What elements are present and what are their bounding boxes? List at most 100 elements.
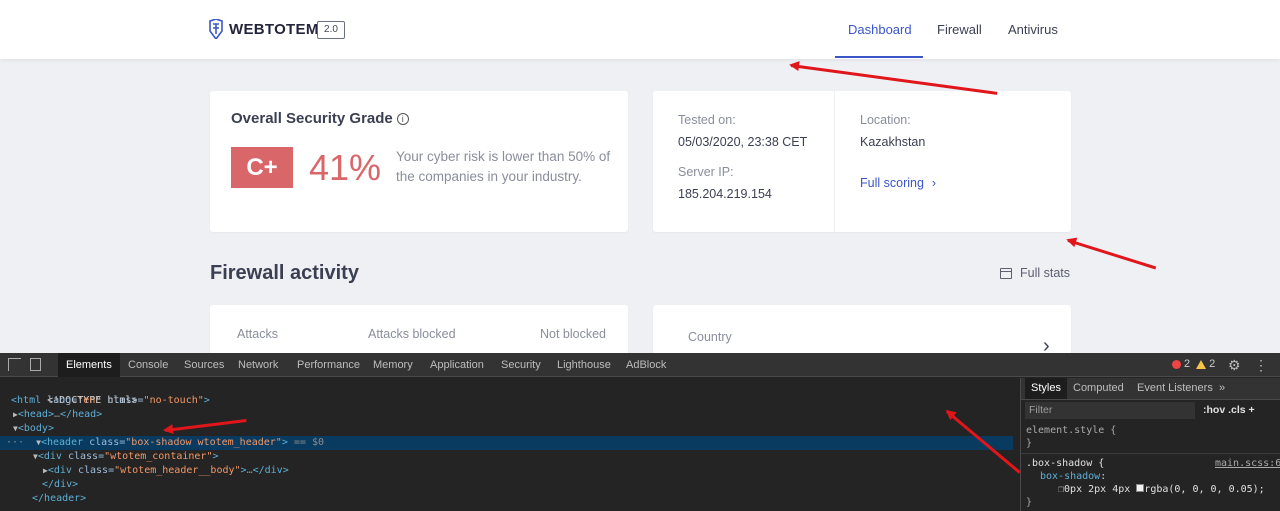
full-stats-link[interactable]: Full stats: [1000, 266, 1070, 280]
element-style-close: }: [1026, 438, 1033, 449]
grade-title: Overall Security Grade i: [231, 110, 409, 127]
tab-sources[interactable]: Sources: [184, 353, 224, 377]
error-icon: [1172, 359, 1181, 369]
firewall-section-title: Firewall activity: [210, 262, 359, 284]
full-stats-label: Full stats: [1020, 266, 1071, 280]
tab-event-listeners[interactable]: Event Listeners: [1137, 378, 1213, 399]
tab-memory[interactable]: Memory: [373, 353, 413, 377]
header-body-class-value: "wtotem_header__body": [114, 465, 241, 476]
chevron-right-icon: ›: [931, 176, 937, 190]
warning-icon: [1196, 359, 1207, 369]
active-nav-indicator: [835, 56, 923, 58]
rule-close: }: [1026, 497, 1033, 508]
dom-header-body-div[interactable]: ▶<div class="wtotem_header__body">…</div…: [43, 464, 289, 478]
tab-elements[interactable]: Elements: [58, 353, 120, 377]
more-tabs-icon[interactable]: »: [1219, 378, 1225, 399]
head-close-tag: head: [72, 409, 97, 420]
lang-value: "en": [77, 395, 102, 406]
css-value-line[interactable]: ❐0px 2px 4px rgba(0, 0, 0, 0.05);: [1058, 483, 1265, 496]
nav-antivirus[interactable]: Antivirus: [1008, 0, 1058, 59]
tested-on-value: 05/03/2020, 23:38 CET: [678, 135, 808, 149]
tab-lighthouse[interactable]: Lighthouse: [557, 353, 611, 377]
dom-html[interactable]: <html lang="en" class="no-touch">: [11, 394, 210, 408]
server-ip-value: 185.204.219.154: [678, 187, 772, 201]
header-close-tag: header: [44, 493, 81, 504]
div-tag: div: [53, 465, 72, 476]
not-blocked-label: Not blocked: [540, 327, 607, 341]
annotation-arrow: [1067, 239, 1157, 270]
tab-computed[interactable]: Computed: [1073, 378, 1124, 399]
div-close-tag: div: [264, 465, 283, 476]
tab-styles[interactable]: Styles: [1025, 378, 1067, 399]
grade-badge: C+: [231, 147, 293, 188]
grade-title-text: Overall Security Grade: [231, 110, 393, 127]
css-property-line[interactable]: box-shadow:: [1040, 470, 1106, 483]
device-toolbar-icon[interactable]: [30, 358, 41, 371]
full-scoring-link[interactable]: Full scoring ›: [860, 176, 936, 190]
header-tag: header: [46, 437, 84, 448]
styles-pane: Styles Computed Event Listeners » Filter…: [1020, 378, 1280, 511]
div-tag: div: [43, 451, 62, 462]
class-attr: class: [77, 465, 109, 476]
issue-counters[interactable]: 2 2: [1172, 358, 1215, 370]
attacks-label: Attacks: [237, 327, 278, 341]
brand-name: WEBTOTEM: [229, 20, 319, 38]
annotation-arrow: [164, 419, 247, 432]
inspect-element-icon[interactable]: [8, 358, 21, 371]
element-style-rule[interactable]: element.style {: [1026, 424, 1116, 437]
body-tag: body: [23, 423, 48, 434]
settings-gear-icon[interactable]: ⚙: [1228, 357, 1241, 374]
css-value: 0px 2px 4px: [1064, 484, 1131, 495]
tab-console[interactable]: Console: [128, 353, 168, 377]
dom-header-selected[interactable]: ··· ▼<header class="box-shadow wtotem_he…: [0, 436, 1013, 450]
dom-container-div[interactable]: ▼<div class="wtotem_container">: [33, 450, 219, 464]
row-options-icon[interactable]: ···: [0, 437, 36, 448]
tab-performance[interactable]: Performance: [297, 353, 360, 377]
tab-security[interactable]: Security: [501, 353, 541, 377]
security-grade-card: Overall Security Grade i C+ 41% Your cybe…: [210, 91, 628, 232]
devtools-panel: Elements Console Sources Network Perform…: [0, 353, 1280, 511]
head-tag: head: [23, 409, 48, 420]
nav-firewall[interactable]: Firewall: [937, 0, 982, 59]
dom-header-close[interactable]: </header>: [32, 492, 86, 506]
full-scoring-label: Full scoring: [860, 176, 924, 190]
nav-dashboard[interactable]: Dashboard: [848, 0, 912, 59]
version-badge: 2.0: [317, 21, 345, 39]
header-class-value: "box-shadow wtotem_header": [125, 437, 282, 448]
tab-adblock[interactable]: AdBlock: [626, 353, 666, 377]
calendar-icon: [1000, 267, 1012, 279]
dom-doctype[interactable]: <!DOCTYPE html>: [11, 380, 137, 406]
attacks-blocked-label: Attacks blocked: [368, 327, 456, 341]
dom-body[interactable]: ▼<body>: [13, 422, 54, 436]
html-tag: html: [17, 395, 42, 406]
info-icon[interactable]: i: [396, 113, 409, 126]
class-value: "no-touch": [143, 395, 204, 406]
tab-network[interactable]: Network: [238, 353, 278, 377]
dom-div-close[interactable]: </div>: [42, 478, 78, 492]
class-attr: class: [67, 451, 99, 462]
tab-application[interactable]: Application: [430, 353, 484, 377]
warning-count: 2: [1209, 358, 1216, 370]
styles-filter-input[interactable]: Filter: [1025, 402, 1195, 419]
brand-logo[interactable]: WEBTOTEM: [209, 17, 319, 41]
more-options-icon[interactable]: ⋮: [1254, 357, 1268, 374]
country-card[interactable]: Country ›: [653, 305, 1071, 353]
location-label: Location:: [860, 113, 911, 127]
lang-attr: lang: [47, 395, 72, 406]
class-attr: class: [107, 395, 138, 406]
error-count: 2: [1184, 358, 1191, 370]
styles-tabbar: Styles Computed Event Listeners »: [1021, 378, 1280, 400]
css-property: box-shadow: [1040, 471, 1101, 482]
tested-on-label: Tested on:: [678, 113, 736, 127]
chevron-right-icon[interactable]: ›: [1043, 335, 1050, 353]
container-class-value: "wtotem_container": [104, 451, 213, 462]
styles-flags[interactable]: :hov .cls +: [1203, 402, 1255, 419]
elements-tree: <!DOCTYPE html> <html lang="en" class="n…: [0, 378, 1013, 511]
source-link[interactable]: main.scss:67: [1215, 457, 1280, 470]
selected-marker: == $0: [293, 437, 324, 448]
class-attr: class: [89, 437, 120, 448]
dom-head[interactable]: ▶<head>…</head>: [13, 408, 102, 422]
site-header: WEBTOTEM 2.0 Dashboard Firewall Antiviru…: [0, 0, 1280, 59]
box-shadow-selector[interactable]: .box-shadow {: [1026, 457, 1104, 470]
country-label: Country: [688, 330, 732, 344]
